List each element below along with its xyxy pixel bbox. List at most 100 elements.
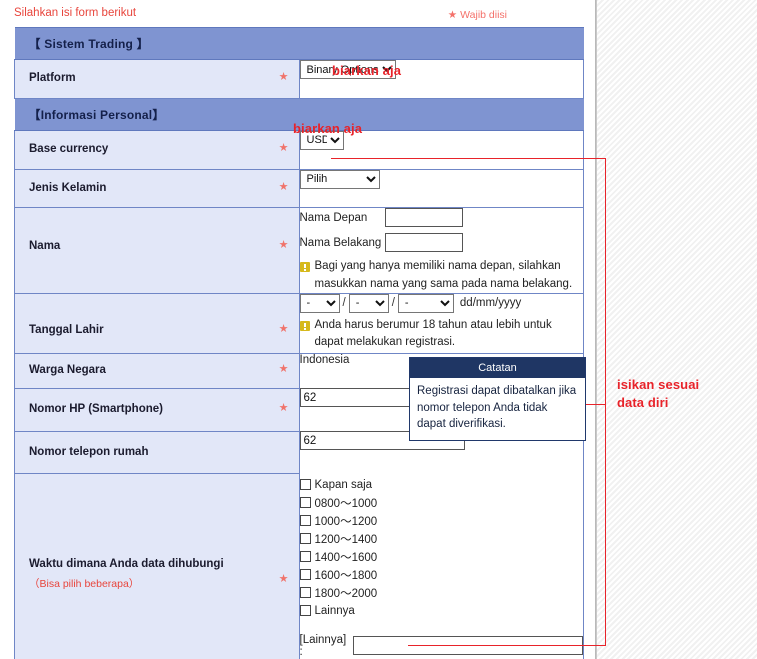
first-name-row: Nama Depan [299, 208, 584, 228]
contact-time-checkbox-list: Kapan saja 0800〜1000 1000〜1200 1200〜1400 140… [299, 476, 584, 620]
label-contact-time: Waktu dimana Anda data dihubungi （Bisa p… [15, 474, 299, 602]
label-gender: Jenis Kelamin [29, 181, 107, 194]
required-star-base-currency: ★ [278, 141, 289, 154]
contact-time-label: 1400〜1600 [314, 551, 378, 564]
background-hatch-panel [596, 0, 757, 659]
annotation-bracket-mid-tick [586, 404, 606, 405]
form-topbar: Silahkan isi form berikut ★ Wajib diisi [0, 0, 595, 27]
label-contact-time-sub: （Bisa pilih beberapa） [29, 578, 140, 591]
value-cell-contact-time: Kapan saja 0800〜1000 1000〜1200 1200〜1400 140… [299, 473, 584, 659]
registration-form-page: Silahkan isi form berikut ★ Wajib diisi … [0, 0, 596, 659]
contact-time-option[interactable]: 0800〜1000 [299, 494, 584, 512]
annotation-platform: biarkan aja [332, 63, 402, 78]
other-time-label: [Lainnya] : [299, 633, 347, 658]
first-name-input[interactable] [384, 208, 463, 228]
catatan-body: Registrasi dapat dibatalkan jika nomor t… [417, 385, 577, 431]
date-format-hint: dd/mm/yyyy [459, 297, 522, 310]
section-header-trading: 【 Sistem Trading 】 [14, 27, 584, 60]
value-cell-name: Nama Depan Nama Belakang Bagi yang hanya… [299, 207, 584, 294]
birth-year-select[interactable]: - [397, 293, 454, 313]
checkbox-icon[interactable] [299, 587, 311, 599]
required-star-platform: ★ [278, 71, 289, 83]
last-name-label: Nama Belakang [299, 236, 382, 249]
name-hint: Bagi yang hanya memiliki nama depan, sil… [299, 258, 584, 293]
annotation-bracket-bottom-line [408, 645, 606, 646]
label-platform: Platform [29, 72, 76, 84]
contact-time-option[interactable]: 1000〜1200 [299, 512, 584, 530]
contact-time-label: 1600〜1800 [314, 569, 378, 582]
contact-time-label: 1000〜1200 [314, 515, 378, 528]
label-cell-name: Nama ★ [14, 207, 300, 294]
contact-time-option[interactable]: 1200〜1400 [299, 530, 584, 548]
catatan-note-box: Catatan Registrasi dapat dibatalkan jika… [409, 357, 586, 442]
birthdate-hint: Anda harus berumur 18 tahun atau lebih u… [299, 317, 584, 352]
value-cell-birthdate: - / - / - dd/mm/yyyy Anda harus berumur … [299, 293, 584, 354]
name-hint-text: Bagi yang hanya memiliki nama depan, sil… [314, 260, 573, 290]
gender-select[interactable]: Pilih [299, 169, 380, 189]
checkbox-icon[interactable] [299, 605, 311, 617]
row-name: Nama ★ Nama Depan Nama Belakang Bagi yan… [14, 207, 584, 294]
contact-time-label: 0800〜1000 [314, 497, 378, 510]
contact-time-option[interactable]: Kapan saja [299, 476, 584, 494]
label-cell-home-phone: Nomor telepon rumah [14, 431, 300, 475]
row-platform: Platform ★ Binary Options [14, 59, 584, 99]
contact-time-option[interactable]: 1800〜2000 [299, 584, 584, 602]
birthdate-hint-text: Anda harus berumur 18 tahun atau lebih u… [314, 318, 552, 349]
label-birthdate: Tanggal Lahir [29, 323, 104, 336]
checkbox-icon[interactable] [299, 479, 311, 491]
label-cell-base-currency: Base currency ★ [14, 130, 300, 170]
row-contact-time: Waktu dimana Anda data dihubungi （Bisa p… [14, 473, 584, 659]
annotation-side: isikan sesuai data diri [617, 377, 700, 410]
row-birthdate: Tanggal Lahir ★ - / - / - dd/mm/yyyy And… [14, 293, 584, 354]
contact-time-label: 1200〜1400 [314, 533, 378, 546]
label-cell-citizenship: Warga Negara ★ [14, 353, 300, 389]
required-star-mobile: ★ [278, 401, 289, 414]
last-name-row: Nama Belakang [299, 233, 584, 253]
annotation-currency: biarkan aja [293, 121, 363, 136]
checkbox-icon[interactable] [299, 497, 311, 509]
warning-icon [299, 262, 310, 273]
last-name-input[interactable] [384, 233, 463, 253]
section-header-trading-label: 【 Sistem Trading 】 [14, 27, 584, 60]
contact-time-option[interactable]: 1600〜1800 [299, 566, 584, 584]
checkbox-icon[interactable] [299, 569, 311, 581]
required-star-gender: ★ [278, 180, 289, 193]
annotation-bracket-vertical-line [605, 158, 606, 646]
contact-time-label: Lainnya [314, 604, 355, 617]
row-gender: Jenis Kelamin ★ Pilih [14, 169, 584, 209]
required-star-citizenship: ★ [278, 362, 289, 375]
value-cell-gender: Pilih [299, 169, 584, 209]
checkbox-icon[interactable] [299, 533, 311, 545]
required-star-birthdate: ★ [278, 322, 289, 335]
label-base-currency: Base currency [29, 142, 109, 155]
first-name-label: Nama Depan [299, 211, 368, 224]
label-home-phone: Nomor telepon rumah [29, 445, 149, 458]
label-cell-gender: Jenis Kelamin ★ [14, 169, 300, 209]
citizenship-value: Indonesia [299, 353, 350, 366]
contact-time-label: 1800〜2000 [314, 587, 378, 600]
form-lead-text: Silahkan isi form berikut [14, 7, 137, 19]
date-separator-1: / [342, 297, 346, 310]
label-cell-platform: Platform ★ [14, 59, 300, 99]
warning-icon [299, 320, 310, 331]
label-mobile: Nomor HP (Smartphone) [29, 402, 163, 415]
contact-time-label: Kapan saja [314, 478, 373, 491]
required-star-name: ★ [278, 239, 289, 252]
date-separator-2: / [391, 297, 395, 310]
label-cell-contact-time: Waktu dimana Anda data dihubungi （Bisa p… [14, 473, 300, 659]
contact-time-option[interactable]: Lainnya [299, 602, 584, 620]
required-star-contact-time: ★ [278, 573, 289, 586]
checkbox-icon[interactable] [299, 551, 311, 563]
label-name: Nama [29, 240, 61, 253]
label-cell-birthdate: Tanggal Lahir ★ [14, 293, 300, 354]
contact-time-option[interactable]: 1400〜1600 [299, 548, 584, 566]
birth-month-select[interactable]: - [348, 293, 389, 313]
birthdate-selects: - / - / - dd/mm/yyyy [299, 293, 584, 313]
required-field-note: ★ Wajib diisi [447, 9, 507, 21]
label-cell-mobile: Nomor HP (Smartphone) ★ [14, 388, 300, 432]
label-contact-time-text: Waktu dimana Anda data dihubungi [29, 558, 224, 571]
catatan-title: Catatan [410, 358, 585, 378]
checkbox-icon[interactable] [299, 515, 311, 527]
label-citizenship: Warga Negara [29, 363, 106, 376]
birth-day-select[interactable]: - [299, 293, 340, 313]
